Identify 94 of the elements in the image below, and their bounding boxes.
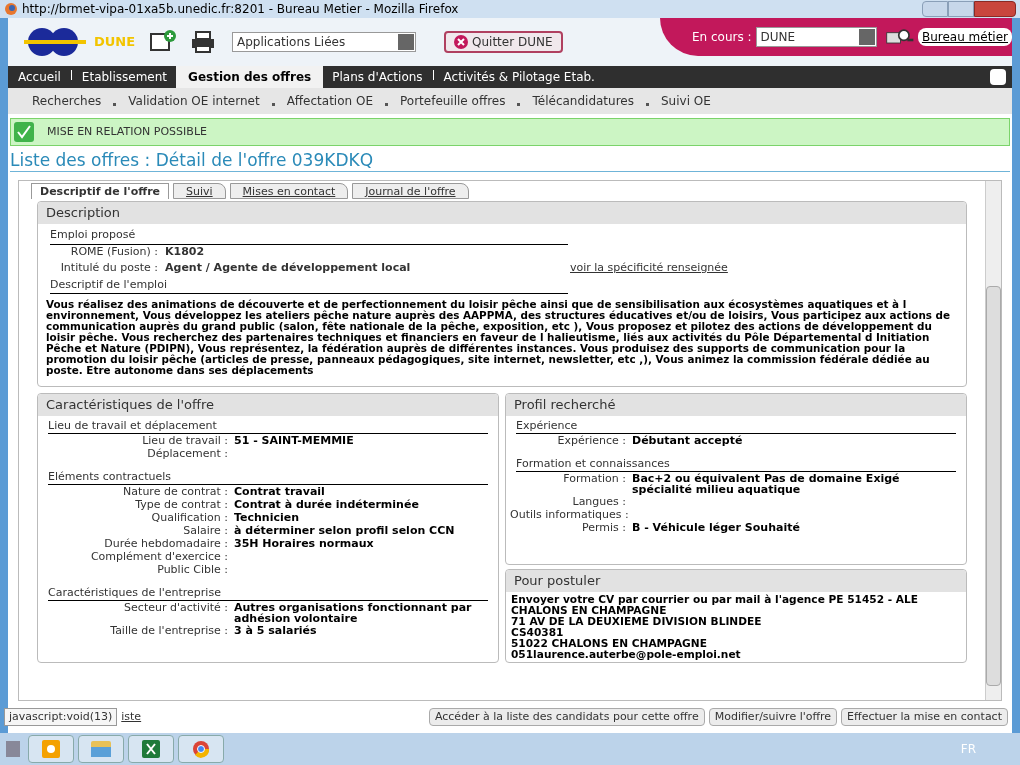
section-heading: Descriptif de l'emploi [50, 276, 568, 294]
panel-header: Profil recherché [506, 394, 966, 416]
scrollbar[interactable] [985, 181, 1001, 700]
field-label: Secteur d'activité : [123, 601, 229, 614]
field-label: Lieu de travail : [141, 434, 229, 447]
spreadsheet-icon [142, 740, 160, 758]
field-label: Langues : [571, 495, 627, 508]
chrome-taskbar-button[interactable] [178, 735, 224, 763]
field-value: Technicien [234, 511, 301, 523]
submenu-link[interactable]: Validation OE internet [124, 92, 264, 110]
action-button[interactable]: Modifier/suivre l'offre [708, 708, 838, 726]
browser-icon [192, 740, 210, 758]
field-value: Débutant accepté [632, 434, 744, 446]
mail-app-icon [42, 740, 60, 758]
submenu-link[interactable]: Portefeuille offres [396, 92, 510, 110]
tab[interactable]: Mises en contact [229, 183, 349, 199]
close-button[interactable] [974, 1, 1016, 17]
outlook-taskbar-button[interactable] [28, 735, 74, 763]
maximize-button[interactable] [948, 1, 974, 17]
quit-button[interactable]: Quitter DUNE [444, 31, 563, 53]
field-label: Type de contrat : [134, 498, 229, 511]
field-value: à déterminer selon profil selon CCN [234, 524, 456, 536]
field-label: Expérience : [556, 434, 627, 447]
field-value: B - Véhicule léger Souhaité [632, 521, 801, 533]
submenu-link[interactable]: Télécandidatures [528, 92, 638, 110]
apply-text-line: 51022 CHALONS EN CHAMPAGNE [511, 638, 708, 649]
logo-text: DUNE [94, 33, 136, 52]
applications-dropdown[interactable]: Applications Liées [232, 32, 416, 52]
field-value: 35H Horaires normaux [234, 537, 375, 549]
close-circle-icon [454, 35, 468, 49]
apply-text-line: 71 AV DE LA DEUXIEME DIVISION BLINDEE [511, 616, 763, 627]
excel-taskbar-button[interactable] [128, 735, 174, 763]
field-value: Bac+2 ou équivalent Pas de domaine Exigé spécialité milieu aquatique [632, 472, 901, 495]
menu-tab[interactable]: Activités & Pilotage Etab. [437, 66, 601, 88]
check-icon [13, 121, 35, 143]
field-label: Déplacement : [146, 447, 229, 460]
firefox-icon [4, 2, 18, 16]
field-value: Autres organisations fonctionnant par adhésion volontaire [234, 601, 473, 624]
back-link[interactable]: iste [121, 708, 142, 726]
tab[interactable]: Suivi [173, 183, 226, 199]
field-label: Durée hebdomadaire : [103, 537, 229, 550]
field-label: ROME (Fusion) : [69, 244, 159, 261]
panel-header: Description [38, 202, 966, 224]
field-label: Public Cible : [156, 563, 229, 576]
minimize-button[interactable] [922, 1, 948, 17]
submenu-link[interactable]: Affectation OE [282, 92, 377, 110]
menu-tab[interactable]: Etablissement [75, 66, 174, 88]
section-heading: Expérience [516, 419, 956, 434]
apply-text-line: Envoyer votre CV par courrier ou par mail à l'agence PE 51452 - ALE CHALONS EN CHAMPAGNE [511, 594, 919, 616]
field-label: Formation : [562, 472, 627, 485]
page-title: Liste des offres : Détail de l'offre 039KDKQ [10, 148, 1010, 172]
section-heading: Lieu de travail et déplacement [48, 419, 488, 434]
specificity-link[interactable]: voir la spécificité renseignée [570, 260, 728, 277]
section-heading: Caractéristiques de l'entreprise [48, 586, 488, 601]
field-label: Salaire : [182, 524, 229, 537]
success-banner: MISE EN RELATION POSSIBLE [10, 118, 1010, 146]
field-value: Agent / Agente de développement local [165, 260, 412, 277]
print-icon[interactable] [190, 30, 216, 54]
menu-tab[interactable]: Plans d'Actions [326, 66, 429, 88]
submenu-link[interactable]: Suivi OE [656, 92, 715, 110]
current-label: En cours : [692, 29, 752, 46]
section-heading: Eléments contractuels [48, 470, 488, 485]
tab[interactable]: Descriptif de l'offre [31, 183, 170, 199]
field-label: Outils informatiques : [510, 508, 630, 521]
section-heading: Emploi proposé [50, 227, 568, 245]
apply-text-line: 051laurence.auterbe@pole-emploi.net [511, 649, 742, 660]
field-label: Qualification : [150, 511, 229, 524]
menu-tab[interactable]: Gestion des offres [176, 66, 324, 88]
explorer-taskbar-button[interactable] [78, 735, 124, 763]
field-label: Permis : [580, 521, 627, 534]
action-button[interactable]: Effectuer la mise en contact [841, 708, 1008, 726]
panel-header: Caractéristiques de l'offre [38, 394, 498, 416]
apply-text-line: CS40381 [511, 627, 565, 638]
window-title: http://brmet-vipa-01xa5b.unedic.fr:8201 - Bureau Metier - Mozilla Firefox [22, 1, 459, 18]
field-label: Intitulé du poste : [59, 260, 159, 277]
field-value: Contrat travail [234, 485, 326, 497]
field-value: K1802 [165, 244, 206, 261]
field-label: Nature de contrat : [122, 485, 229, 498]
field-value: 3 à 5 salariés [234, 624, 318, 636]
field-value: 51 - SAINT-MEMMIE [234, 434, 355, 446]
status-tooltip: javascript:void(13) [4, 707, 118, 727]
field-value: Contrat à durée indéterminée [234, 498, 420, 510]
menu-tab[interactable]: Accueil [12, 66, 67, 88]
current-dropdown[interactable]: DUNE [755, 27, 877, 47]
section-heading: Formation et connaissances [516, 457, 956, 472]
bureau-link[interactable]: Bureau métier [917, 28, 1012, 46]
action-button[interactable]: Accéder à la liste des candidats pour cette offre [428, 708, 705, 726]
folder-icon [91, 741, 111, 757]
job-description-text: Vous réalisez des animations de découverte et de perfectionnement du loisir pêche ainsi que de sensibilisation aux écosystèmes aquatiques et à l environnement, Vous développez les ateliers pêche nature auprès des AAPPMA, des structures éducatives et/ou de loisirs, Vous participez aux actions de communication auprès du grand public (salon, fête nationale de la pêche, exposition, etc ), Vous proposez et pilotez des actions de développement du loisir pêche. Vous recherchez des partenaires techniques et financiers en faveur de l halieutisme, liés aux activités du Pôle Départemental d Initiation Pêche et Nature (PDIPN), Vous représentez, la fédération auprès de différentes instances. Vous produisez des supports de communication pour la promotion du loisir pêche (articles de presse, panneaux pédagogiques, site internet, newsletter, etc ,), Vous animez la commission fédérale dédiée au poste. Etre autonome dans ses déplacements [46, 299, 952, 376]
field-label: Complément d'exercice : [89, 550, 229, 563]
tab[interactable]: Journal de l'offre [352, 183, 469, 199]
field-label: Taille de l'entreprise : [109, 624, 229, 637]
panel-header: Pour postuler [506, 570, 966, 592]
submenu-link[interactable]: Recherches [28, 92, 106, 110]
